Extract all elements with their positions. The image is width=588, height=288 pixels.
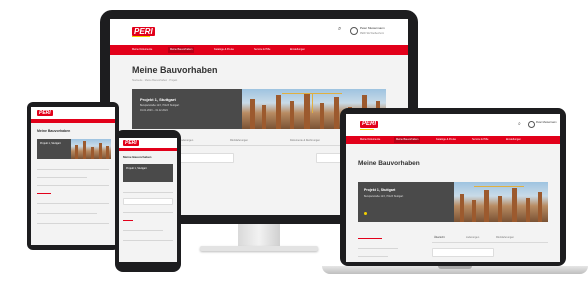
phone-logo[interactable]: PERI (123, 140, 139, 146)
laptop-avatar-icon[interactable] (528, 121, 535, 128)
phone-header: PERI (119, 138, 177, 148)
laptop-tab-overview[interactable]: Übersicht (434, 236, 445, 239)
laptop-page-title: Meine Bauvorhaben (358, 160, 420, 167)
nav-item-service[interactable]: Service & Hilfe (254, 48, 270, 51)
search-icon[interactable]: ⌕ (338, 26, 341, 33)
laptop-logo[interactable]: PERI (360, 121, 379, 128)
status-dot (364, 212, 367, 215)
tablet-header: PERI (31, 107, 115, 119)
tablet-project-title: Projekt 1, Stuttgart (40, 142, 61, 145)
laptop-project-address: Beispielstraße 123, 70123 Stuttgart (364, 195, 404, 198)
nav-item-projects[interactable]: Meine Bauvorhaben (168, 47, 195, 53)
logo-accent (132, 36, 150, 37)
smartphone: PERI Meine Bauvorhaben Projekt 1, Stuttg… (115, 130, 181, 272)
laptop-nav-settings[interactable]: Einstellungen (506, 138, 521, 141)
laptop-nav: Meine Dokumente Meine Bauvorhaben Katalo… (346, 136, 560, 144)
monitor-foot (200, 246, 318, 251)
laptop-tab-deliveries[interactable]: Lieferungen (466, 236, 479, 239)
laptop-project-photo (454, 182, 548, 222)
laptop: PERI ⌕ Peter Mustermann Meine Dokumente … (322, 108, 588, 278)
laptop-search-input[interactable] (432, 248, 494, 257)
tablet-project-card[interactable]: Projekt 1, Stuttgart (37, 139, 71, 159)
user-name[interactable]: Peter Mustermann (360, 27, 385, 30)
tab-returns[interactable]: Rücklieferungen (230, 139, 248, 142)
laptop-user-name[interactable]: Peter Mustermann (536, 121, 557, 124)
page-title: Meine Bauvorhaben (132, 65, 218, 75)
desktop-logo[interactable]: PERI (132, 27, 155, 36)
laptop-section-accent (358, 238, 382, 239)
laptop-nav-service[interactable]: Service & Hilfe (472, 138, 488, 141)
tablet-page-title: Meine Bauvorhaben (37, 129, 71, 133)
laptop-header: PERI ⌕ Peter Mustermann (346, 114, 560, 136)
tablet-project-photo (71, 139, 111, 159)
laptop-project-card[interactable]: Projekt 1, Stuttgart Beispielstraße 123,… (358, 182, 454, 222)
laptop-logo-accent (360, 129, 374, 130)
breadcrumb[interactable]: Startseite · Meine Bauvorhaben · Projekt (132, 79, 177, 82)
nav-item-settings[interactable]: Einstellungen (290, 48, 305, 51)
project-title: Projekt 1, Stuttgart (140, 97, 176, 102)
tablet-logo[interactable]: PERI (37, 110, 53, 116)
desktop-header: PERI ⌕ Peter Mustermann PERI SE Weißenho… (110, 19, 408, 45)
laptop-tab-returns[interactable]: Rücklieferungen (496, 236, 514, 239)
tablet-screen: PERI Meine Bauvorhaben Projekt 1, Stuttg… (31, 107, 115, 245)
phone-screen: PERI Meine Bauvorhaben Projekt 1, Stuttg… (119, 138, 177, 262)
user-company: PERI SE Weißenhorn (360, 32, 385, 35)
laptop-screen: PERI ⌕ Peter Mustermann Meine Dokumente … (346, 114, 560, 262)
laptop-tab-divider (432, 242, 548, 243)
nav-item-catalog[interactable]: Kataloge & Preise (214, 48, 234, 51)
phone-page-title: Meine Bauvorhaben (123, 155, 152, 159)
laptop-search-icon[interactable]: ⌕ (518, 121, 521, 127)
laptop-nav-documents[interactable]: Meine Dokumente (360, 138, 380, 141)
laptop-nav-projects[interactable]: Meine Bauvorhaben (394, 137, 421, 143)
user-avatar-icon[interactable] (350, 27, 358, 35)
project-period: 01.01.2023 – 31.12.2024 (140, 109, 168, 112)
laptop-project-title: Projekt 1, Stuttgart (364, 188, 396, 192)
laptop-nav-catalog[interactable]: Kataloge & Preise (436, 138, 456, 141)
tab-documents[interactable]: Dokumente & Rechnungen (290, 139, 320, 142)
tablet: PERI Meine Bauvorhaben Projekt 1, Stuttg… (27, 102, 119, 250)
laptop-notch (438, 266, 472, 269)
tab-deliveries[interactable]: Lieferungen (180, 139, 193, 142)
project-address: Beispielstraße 123, 70123 Stuttgart (140, 104, 180, 107)
project-card[interactable]: Projekt 1, Stuttgart Beispielstraße 123,… (132, 89, 242, 129)
phone-project-card[interactable]: Projekt 1, Stuttgart (123, 164, 173, 182)
phone-project-title: Projekt 1, Stuttgart (126, 167, 147, 170)
tablet-nav (31, 119, 115, 123)
desktop-nav: Meine Dokumente Meine Bauvorhaben Katalo… (110, 45, 408, 55)
phone-nav (119, 148, 177, 151)
monitor-neck (238, 224, 280, 246)
nav-item-documents[interactable]: Meine Dokumente (132, 48, 152, 51)
phone-search-input[interactable] (123, 198, 173, 205)
